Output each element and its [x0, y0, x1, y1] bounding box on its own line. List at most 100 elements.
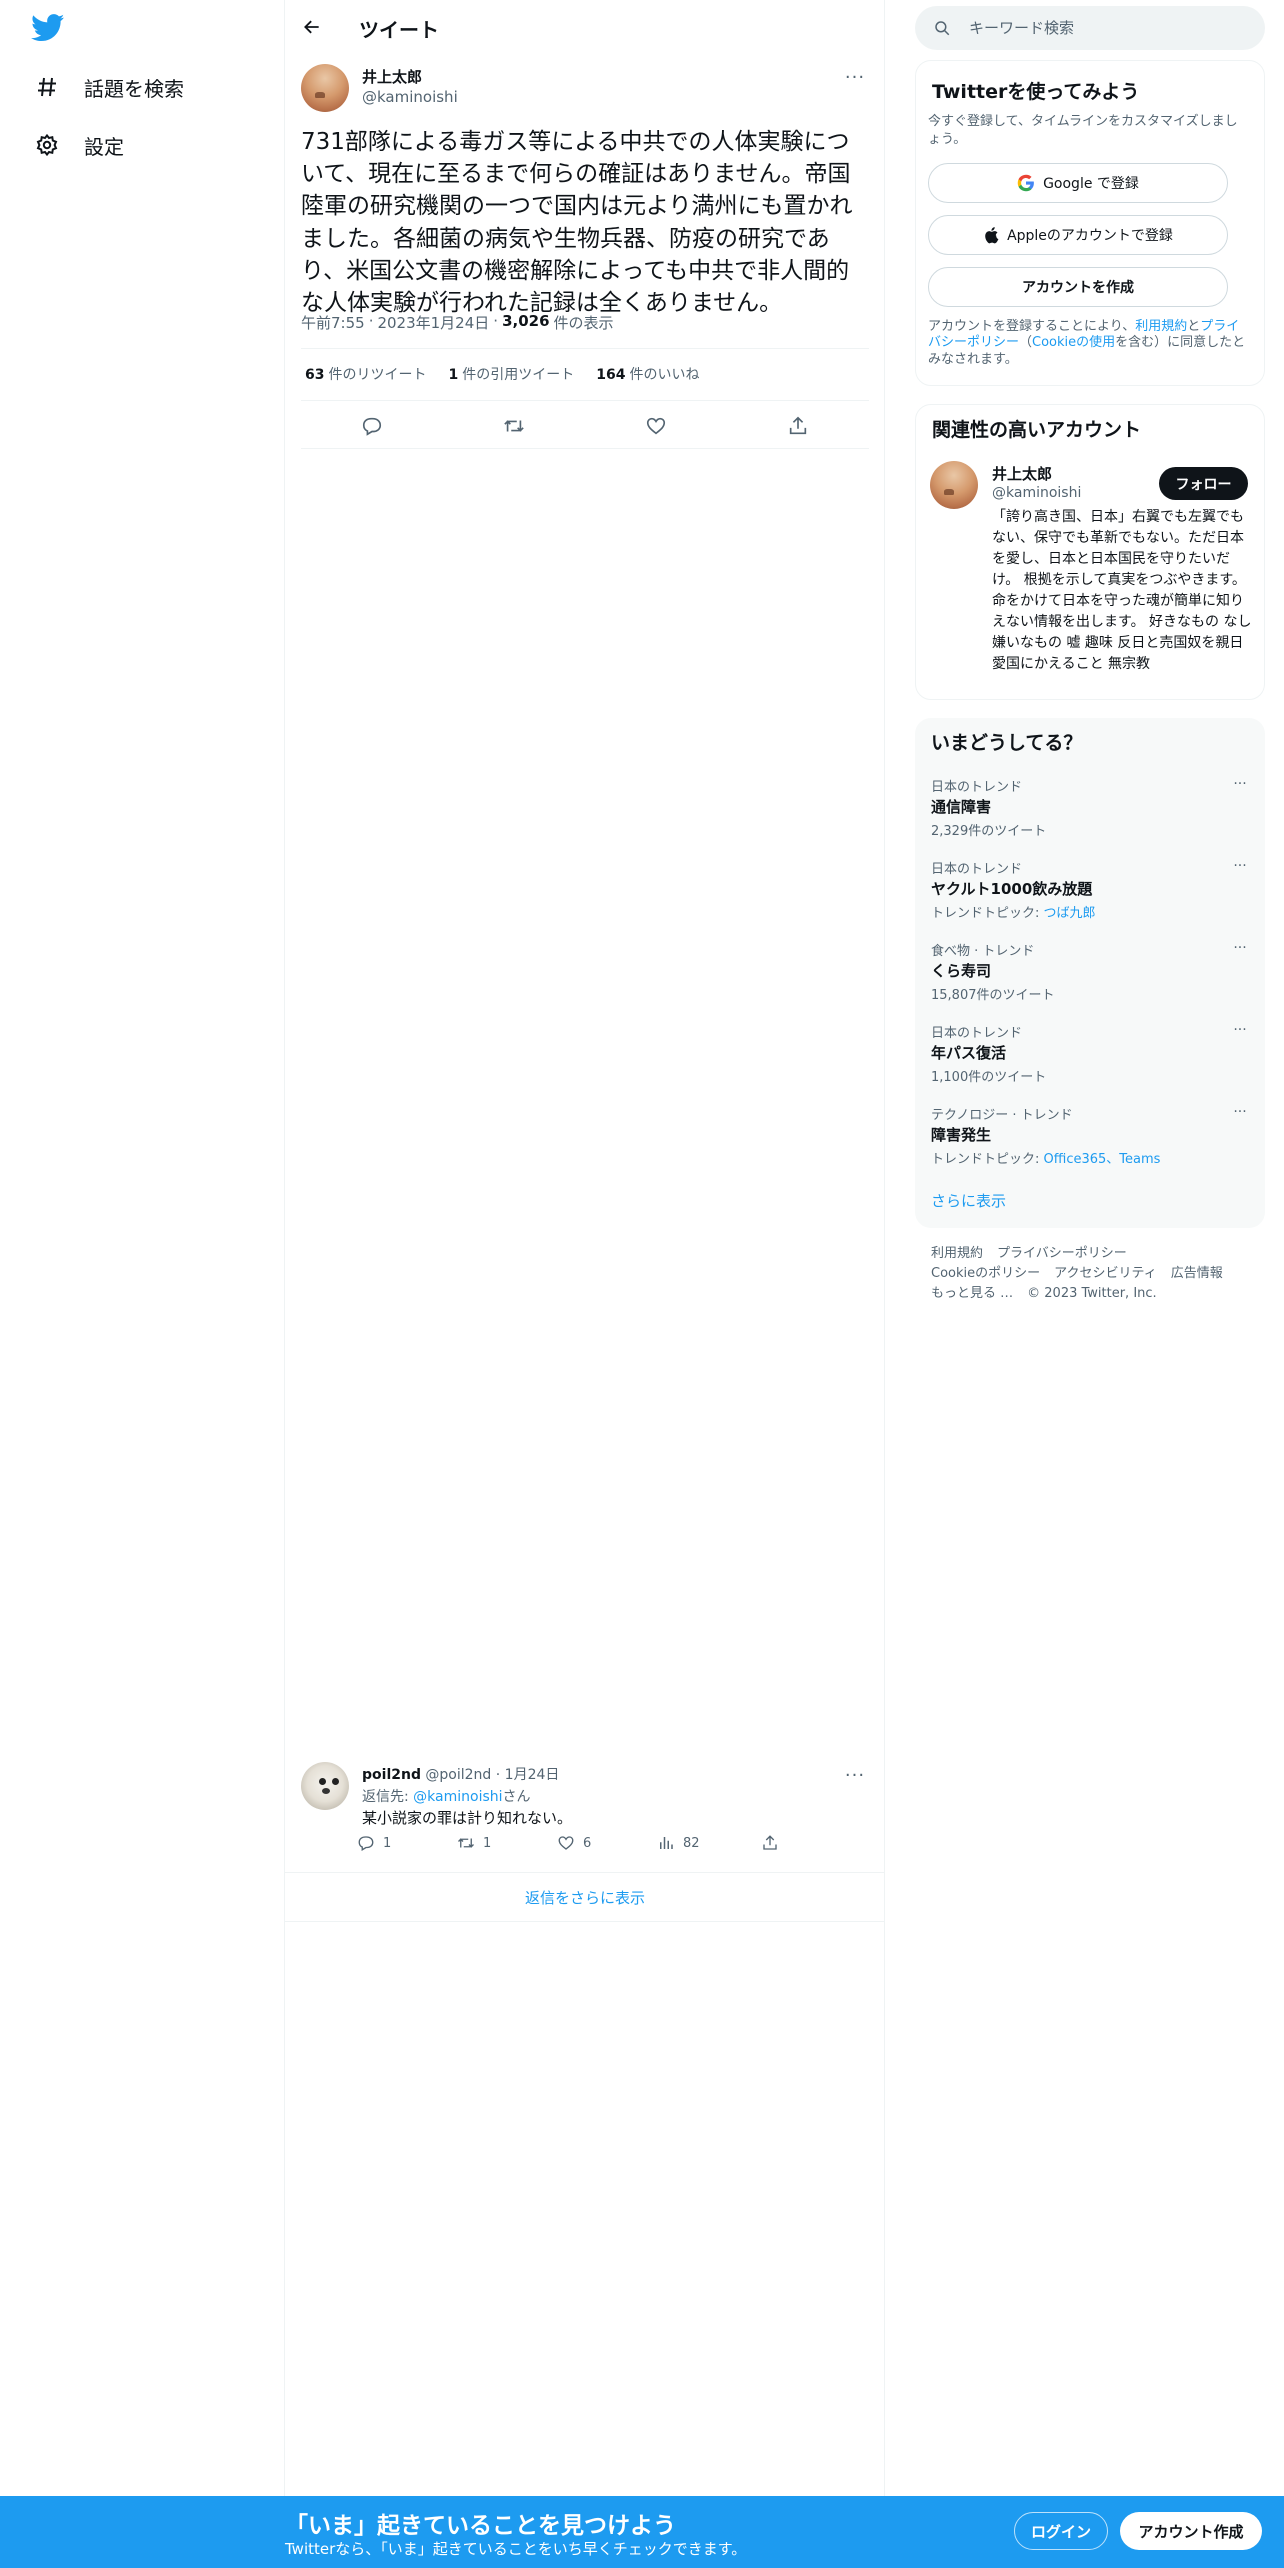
share-icon — [763, 1835, 777, 1850]
retweets-count: 63 — [305, 367, 325, 383]
trend-category: テクノロジー · トレンド — [931, 1108, 1073, 1123]
reply-replies-count: 1 — [383, 1835, 392, 1851]
reply-text: 某小説家の罪は計り知れない。 — [362, 1809, 573, 1827]
retweets-stat[interactable]: 63 件のリツイート — [305, 364, 426, 384]
search-icon — [935, 21, 950, 36]
terms-link[interactable]: 利用規約 — [1135, 319, 1187, 334]
trend-item[interactable]: 食べ物 · トレンド くら寿司 15,807件のツイート ··· — [915, 940, 1265, 1022]
trend-sub-label: 1,100件のツイート — [931, 1070, 1047, 1085]
trend-subtext: トレンドトピック: つば九郎 — [931, 902, 1096, 921]
reply-likes-count: 6 — [583, 1835, 592, 1851]
trend-name: ヤクルト1000飲み放題 — [931, 880, 1093, 898]
trend-sub-label: 15,807件のツイート — [931, 988, 1055, 1003]
author-avatar[interactable] — [301, 64, 349, 112]
trends-card: いまどうしてる？ 日本のトレンド 通信障害 2,329件のツイート ··· 日本… — [915, 718, 1265, 1228]
tweet-date[interactable]: 2023年1月24日 — [377, 312, 489, 333]
banner-subtitle: Twitterなら、「いま」起きていることをいち早くチェックできます。 — [285, 2540, 747, 2558]
like-icon[interactable] — [638, 408, 674, 444]
login-button[interactable]: ログイン — [1014, 2512, 1108, 2550]
author-name[interactable]: 井上太郎 — [362, 66, 422, 87]
show-more-replies-button[interactable]: 返信をさらに表示 — [285, 1872, 885, 1922]
likes-label: 件のいいね — [629, 367, 700, 383]
trend-topic-link[interactable]: つば九郎 — [1044, 906, 1096, 921]
page-title: ツイート — [359, 18, 439, 42]
reply-to-prefix: 返信先: — [362, 1789, 414, 1805]
related-avatar[interactable] — [930, 461, 978, 509]
apple-signup-button[interactable]: Appleのアカウントで登録 — [928, 215, 1228, 255]
more-options-icon[interactable]: ··· — [840, 62, 870, 92]
retweet-icon — [458, 1838, 474, 1848]
reply-views-count: 82 — [683, 1835, 700, 1851]
banner-title: 「いま」起きていることを見つけよう — [285, 2513, 676, 2539]
reply-like-button[interactable]: 6 — [557, 1834, 657, 1852]
reply-icon[interactable] — [354, 408, 390, 444]
footer-link[interactable]: プライバシーポリシー — [997, 1246, 1127, 1261]
tweet-stats: 63 件のリツイート 1 件の引用ツイート 164 件のいいね — [305, 364, 699, 384]
trend-name: くら寿司 — [931, 962, 992, 980]
show-more-trends-link[interactable]: さらに表示 — [931, 1190, 1006, 1211]
reply-share-button[interactable] — [761, 1834, 787, 1852]
quotes-stat[interactable]: 1 件の引用ツイート — [448, 364, 574, 384]
related-handle[interactable]: @kaminoishi — [992, 485, 1081, 501]
related-name[interactable]: 井上太郎 — [992, 463, 1052, 484]
views-count: 3,026 — [502, 312, 550, 330]
nav-settings-label: 設定 — [84, 134, 124, 159]
more-options-icon[interactable]: ··· — [1227, 774, 1253, 794]
reply-author-handle[interactable]: @poil2nd — [425, 1767, 491, 1783]
more-options-icon[interactable]: ··· — [1227, 938, 1253, 958]
footer-link[interactable]: 広告情報 — [1171, 1266, 1223, 1281]
divider — [301, 448, 869, 449]
reply-reply-button[interactable]: 1 — [357, 1834, 457, 1852]
reply-views-button[interactable]: 82 — [657, 1834, 761, 1852]
back-button[interactable] — [295, 10, 329, 44]
more-options-icon[interactable]: ··· — [1227, 1102, 1253, 1122]
signup-button[interactable]: アカウント作成 — [1120, 2512, 1262, 2550]
tweet-time[interactable]: 午前7:55 — [301, 312, 365, 333]
reply-author-name[interactable]: poil2nd — [362, 1767, 421, 1783]
more-options-icon[interactable]: ··· — [1227, 856, 1253, 876]
arrow-left-icon — [304, 20, 319, 34]
share-icon[interactable] — [780, 408, 816, 444]
signup-card: Twitterを使ってみよう 今すぐ登録して、タイムラインをカスタマイズしましょ… — [915, 60, 1265, 386]
footer-link[interactable]: Cookieのポリシー — [931, 1266, 1040, 1281]
trend-item[interactable]: テクノロジー · トレンド 障害発生 トレンドトピック: Office365、T… — [915, 1104, 1265, 1186]
trend-item[interactable]: 日本のトレンド ヤクルト1000飲み放題 トレンドトピック: つば九郎 ··· — [915, 858, 1265, 940]
apple-signup-label: Appleのアカウントで登録 — [1007, 228, 1173, 244]
footer-link[interactable]: アクセシビリティ — [1054, 1266, 1157, 1281]
reply-tweet[interactable]: poil2nd @poil2nd · 1月24日 ··· 返信先: @kamin… — [285, 1752, 885, 1872]
reply-avatar[interactable] — [301, 1762, 349, 1810]
more-options-icon[interactable]: ··· — [840, 1760, 870, 1790]
tweet-text: 731部隊による毒ガス等による中共での人体実験について、現在に至るまで何らの確証… — [301, 129, 853, 316]
author-handle[interactable]: @kaminoishi — [362, 88, 458, 106]
nav-explore[interactable]: 話題を検索 — [22, 60, 196, 114]
trend-subtext: 2,329件のツイート — [931, 820, 1046, 839]
trend-category: 日本のトレンド — [931, 862, 1023, 877]
retweet-icon[interactable] — [496, 408, 532, 444]
trend-subtext: 15,807件のツイート — [931, 984, 1055, 1003]
main-column: ツイート 井上太郎 @kaminoishi ··· 731部隊による毒ガス等によ… — [285, 0, 885, 2568]
cookie-link[interactable]: Cookieの使用 — [1032, 335, 1115, 350]
twitter-bird-icon[interactable] — [31, 14, 65, 42]
views-chart-icon — [660, 1837, 673, 1849]
trend-topic-link[interactable]: Office365、Teams — [1044, 1152, 1161, 1167]
views-label: 件の表示 — [553, 314, 614, 332]
footer-link[interactable]: 利用規約 — [931, 1246, 983, 1261]
likes-stat[interactable]: 164 件のいいね — [596, 364, 699, 384]
related-bio: 「誇り高き国、日本」右翼でも左翼でもない、保守でも革新でもない。ただ日本を愛し、… — [992, 509, 1252, 672]
search-input[interactable] — [969, 19, 1249, 37]
footer-link[interactable]: もっと見る … — [931, 1286, 1013, 1301]
create-account-button[interactable]: アカウントを作成 — [928, 267, 1228, 307]
quotes-label: 件の引用ツイート — [462, 367, 575, 383]
reply-retweet-button[interactable]: 1 — [457, 1834, 557, 1852]
reply-to: 返信先: @kaminoishiさん — [362, 1786, 531, 1806]
bottom-signup-banner: 「いま」起きていることを見つけよう Twitterなら、「いま」起きていることを… — [0, 2496, 1284, 2568]
trend-item[interactable]: 日本のトレンド 通信障害 2,329件のツイート ··· — [915, 776, 1265, 858]
reply-date[interactable]: · 1月24日 — [496, 1767, 560, 1783]
follow-button[interactable]: フォロー — [1159, 467, 1248, 500]
search-box[interactable] — [915, 6, 1265, 50]
nav-settings[interactable]: 設定 — [22, 118, 136, 172]
more-options-icon[interactable]: ··· — [1227, 1020, 1253, 1040]
trend-item[interactable]: 日本のトレンド 年パス復活 1,100件のツイート ··· — [915, 1022, 1265, 1104]
google-signup-button[interactable]: Google で登録 — [928, 163, 1228, 203]
reply-to-handle-link[interactable]: @kaminoishi — [413, 1789, 502, 1805]
